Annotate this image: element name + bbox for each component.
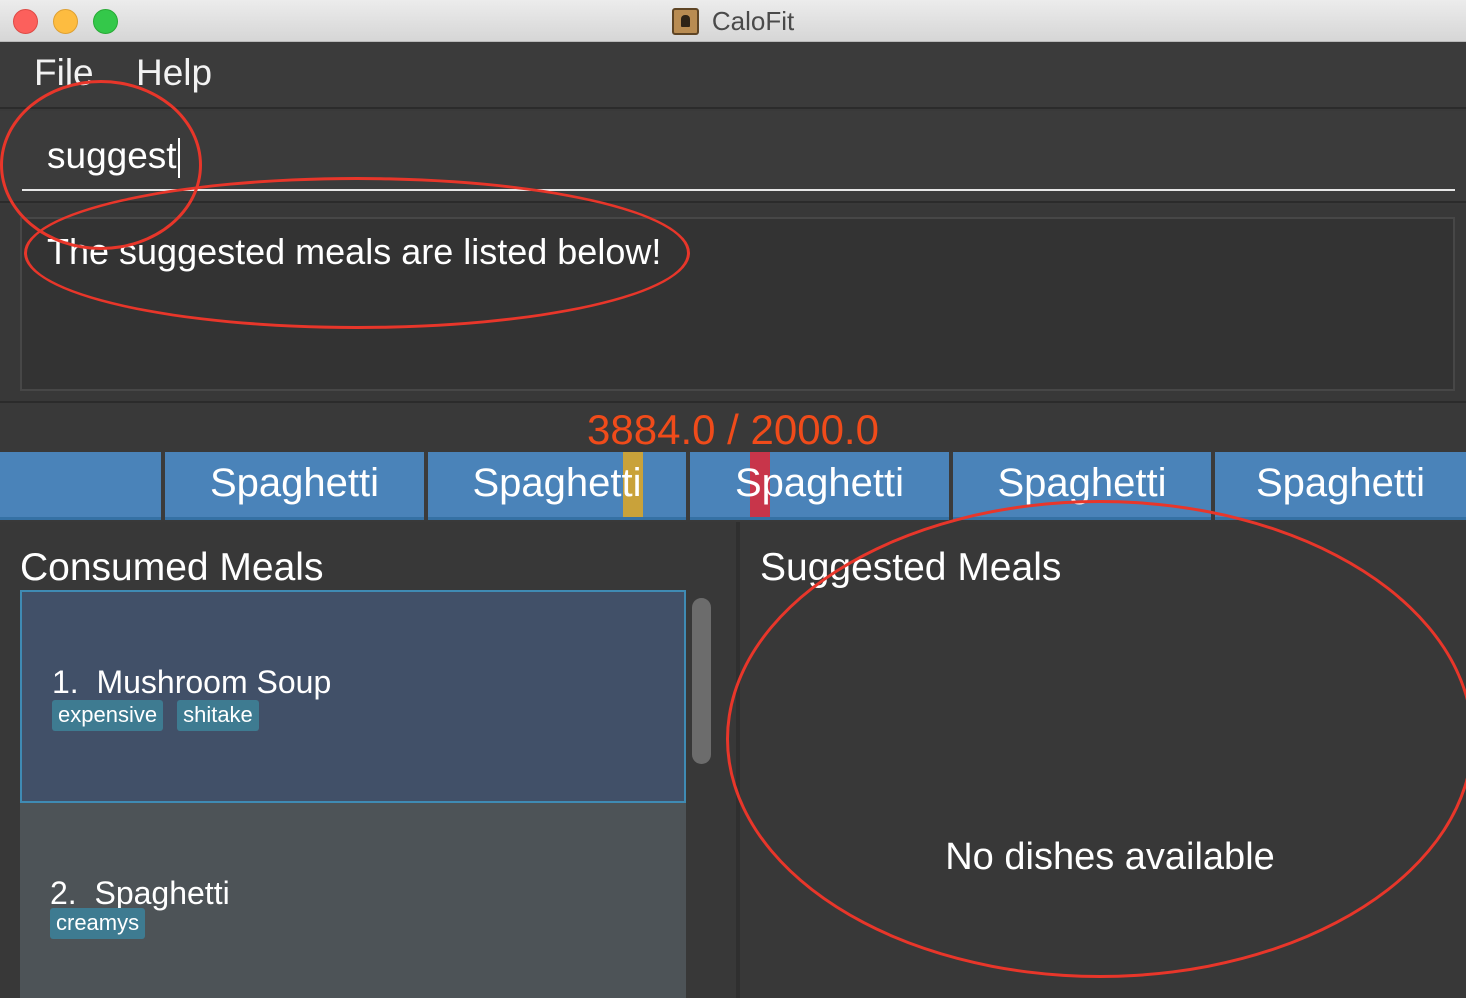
scrollbar-thumb[interactable] bbox=[692, 598, 711, 764]
trend-day-cell bbox=[0, 452, 161, 520]
trend-day-label: Spaghetti bbox=[734, 461, 905, 505]
list-item[interactable]: 1. Mushroom Soup expensive shitake bbox=[20, 590, 686, 803]
meal-name: 1. Mushroom Soup bbox=[52, 664, 331, 701]
result-display[interactable]: The suggested meals are listed below! bbox=[20, 217, 1455, 391]
calorie-budget: 3884.0 / 2000.0 bbox=[0, 405, 1466, 453]
meal-tag: expensive bbox=[52, 700, 164, 731]
trend-day-label: Spaghetti bbox=[997, 461, 1167, 505]
trend-day-label: Spaghetti bbox=[472, 461, 642, 505]
trend-day-label: Spaghetti bbox=[209, 461, 380, 505]
command-input[interactable]: suggest bbox=[22, 129, 1455, 191]
suggested-meals-title: Suggested Meals bbox=[760, 546, 1062, 589]
window-title-group: CaloFit bbox=[0, 6, 1466, 36]
meal-tag: creamys bbox=[50, 908, 146, 939]
trend-day-cell: Spaghetti bbox=[690, 452, 949, 520]
trend-day-cell: Spaghetti bbox=[1215, 452, 1466, 520]
calorie-trend-bar: Spaghetti Spaghetti Spaghetti Spaghetti … bbox=[0, 452, 1466, 520]
meal-name-text: Spaghetti bbox=[94, 875, 230, 911]
menu-help[interactable]: Help bbox=[136, 52, 212, 94]
command-text: suggest bbox=[47, 135, 180, 179]
meal-tags: expensive shitake bbox=[52, 700, 259, 731]
command-value: suggest bbox=[47, 135, 177, 176]
app-icon bbox=[671, 8, 699, 35]
window-title: CaloFit bbox=[711, 6, 795, 36]
text-caret bbox=[177, 138, 180, 179]
meal-index: 1. bbox=[52, 664, 79, 700]
list-item[interactable]: 2. Spaghetti creamys bbox=[20, 803, 686, 998]
app-window: CaloFit File Help suggest The suggested … bbox=[0, 0, 1466, 998]
panel-divider bbox=[736, 522, 740, 998]
calorie-budget-text: 3884.0 / 2000.0 bbox=[587, 406, 879, 453]
meal-index: 2. bbox=[50, 875, 77, 911]
meal-tags: creamys bbox=[50, 908, 146, 939]
trend-day-cell: Spaghetti bbox=[428, 452, 686, 520]
trend-day-cell: Spaghetti bbox=[165, 452, 424, 520]
meal-panels: Consumed Meals 1. Mushroom Soup expensiv… bbox=[0, 522, 1466, 998]
menu-file[interactable]: File bbox=[34, 52, 94, 94]
suggested-meals-empty-text: No dishes available bbox=[945, 836, 1275, 878]
consumed-meals-title: Consumed Meals bbox=[20, 546, 324, 589]
meal-name-text: Mushroom Soup bbox=[96, 664, 332, 700]
meal-name: 2. Spaghetti bbox=[50, 875, 230, 912]
consumed-meals-list[interactable]: 1. Mushroom Soup expensive shitake 2. Sp… bbox=[20, 590, 686, 998]
title-bar: CaloFit bbox=[0, 0, 1466, 42]
trend-day-cell: Spaghetti bbox=[953, 452, 1211, 520]
meal-tag: shitake bbox=[177, 700, 259, 731]
trend-day-label: Spaghetti bbox=[1255, 461, 1426, 505]
result-display-panel: The suggested meals are listed below! bbox=[0, 205, 1466, 403]
result-message: The suggested meals are listed below! bbox=[47, 231, 662, 272]
menu-bar: File Help bbox=[0, 42, 1466, 109]
command-box: suggest bbox=[0, 111, 1466, 203]
